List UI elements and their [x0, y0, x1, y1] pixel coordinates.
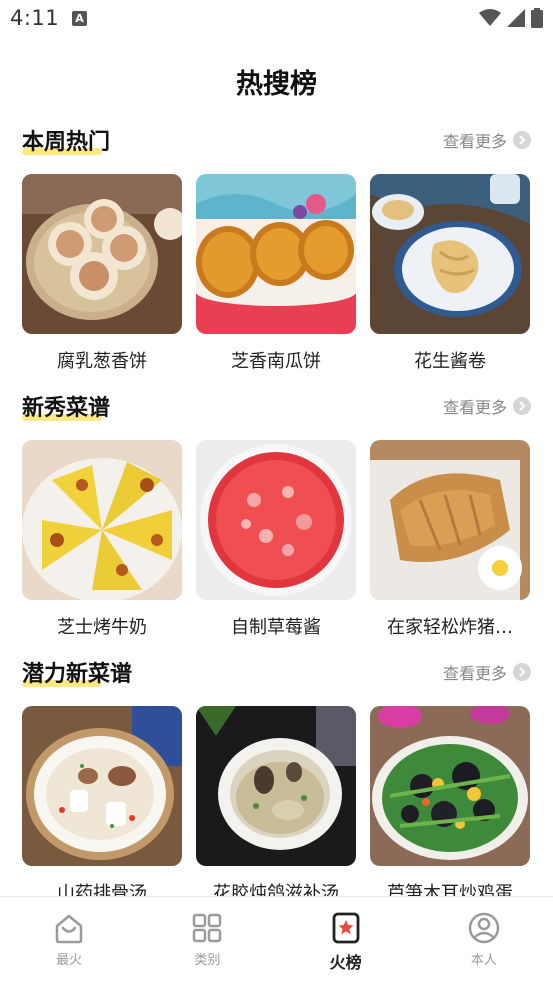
tab-hot-list[interactable]: 火榜	[277, 897, 415, 984]
home-icon	[55, 914, 83, 944]
section-header: 新秀菜谱 查看更多	[0, 390, 553, 430]
recipe-image[interactable]	[370, 440, 530, 600]
section-header: 潜力新菜谱 查看更多	[0, 656, 553, 696]
status-bar: 4:11 A	[0, 0, 553, 40]
signal-icon	[507, 9, 525, 27]
status-indicators	[479, 8, 543, 28]
tab-me[interactable]: 本人	[415, 897, 553, 984]
recipe-title: 芝士烤牛奶	[57, 617, 147, 638]
recipe-card[interactable]: 花生酱卷	[370, 174, 530, 373]
page-title: 热搜榜	[236, 69, 317, 100]
tab-label: 类别	[194, 953, 221, 968]
recipe-card[interactable]: 芝香南瓜饼	[196, 174, 356, 373]
recipe-card-row: 腐乳葱香饼 芝香南瓜饼 花生酱卷	[22, 174, 530, 373]
see-more-label: 查看更多	[442, 664, 507, 683]
tab-label: 火榜	[329, 953, 362, 972]
recipe-image[interactable]	[22, 706, 182, 866]
recipe-image[interactable]	[370, 174, 530, 334]
see-more-label: 查看更多	[442, 398, 507, 417]
tab-categories[interactable]: 类别	[138, 897, 276, 984]
section-potential-recipes: 潜力新菜谱 查看更多 山药排骨汤 花胶炖鸽滋补汤 芦笋木耳炒鸡蛋	[0, 656, 553, 904]
section-new-recipes: 新秀菜谱 查看更多 芝士烤牛奶 自制草莓酱 在家轻松炸猪…	[0, 390, 553, 638]
recipe-card[interactable]: 芝士烤牛奶	[22, 440, 182, 639]
grid-icon	[193, 913, 222, 943]
section-title: 新秀菜谱	[22, 396, 111, 421]
recipe-title: 花生酱卷	[414, 351, 486, 372]
tab-label: 本人	[470, 953, 497, 968]
recipe-title: 自制草莓酱	[231, 617, 321, 638]
recipe-card[interactable]: 芦笋木耳炒鸡蛋	[370, 706, 530, 905]
wifi-icon	[479, 9, 501, 26]
see-more-link[interactable]: 查看更多	[443, 128, 531, 152]
user-icon	[468, 912, 500, 944]
see-more-link[interactable]: 查看更多	[443, 660, 531, 684]
section-title: 潜力新菜谱	[22, 662, 133, 687]
chevron-right-icon	[513, 131, 531, 149]
recipe-card[interactable]: 山药排骨汤	[22, 706, 182, 905]
recipe-card[interactable]: 在家轻松炸猪…	[370, 440, 530, 639]
battery-icon	[531, 8, 543, 28]
see-more-label: 查看更多	[442, 132, 507, 151]
tab-label: 最火	[56, 953, 83, 968]
section-title: 本周热门	[22, 130, 111, 155]
see-more-link[interactable]: 查看更多	[443, 394, 531, 418]
bottom-tab-bar: 最火 类别 火榜 本人	[0, 896, 553, 984]
recipe-image[interactable]	[22, 174, 182, 334]
status-time: 4:11	[10, 6, 60, 30]
star-list-icon	[332, 912, 360, 944]
chevron-right-icon	[513, 397, 531, 415]
section-weekly-hot: 本周热门 查看更多 腐乳葱香饼 芝香南瓜饼 花生酱卷	[0, 124, 553, 372]
recipe-image[interactable]	[22, 440, 182, 600]
chevron-right-icon	[513, 663, 531, 681]
tab-hottest[interactable]: 最火	[0, 897, 138, 984]
notification-icon: A	[72, 11, 87, 26]
recipe-title: 在家轻松炸猪…	[387, 617, 513, 638]
recipe-title: 腐乳葱香饼	[57, 351, 147, 372]
recipe-image[interactable]	[196, 706, 356, 866]
recipe-card[interactable]: 自制草莓酱	[196, 440, 356, 639]
recipe-card-row: 山药排骨汤 花胶炖鸽滋补汤 芦笋木耳炒鸡蛋	[22, 706, 530, 905]
recipe-card[interactable]: 腐乳葱香饼	[22, 174, 182, 373]
recipe-card-row: 芝士烤牛奶 自制草莓酱 在家轻松炸猪…	[22, 440, 530, 639]
recipe-image[interactable]	[196, 440, 356, 600]
recipe-image[interactable]	[370, 706, 530, 866]
recipe-card[interactable]: 花胶炖鸽滋补汤	[196, 706, 356, 905]
section-header: 本周热门 查看更多	[0, 124, 553, 164]
recipe-image[interactable]	[196, 174, 356, 334]
recipe-title: 芝香南瓜饼	[231, 351, 321, 372]
